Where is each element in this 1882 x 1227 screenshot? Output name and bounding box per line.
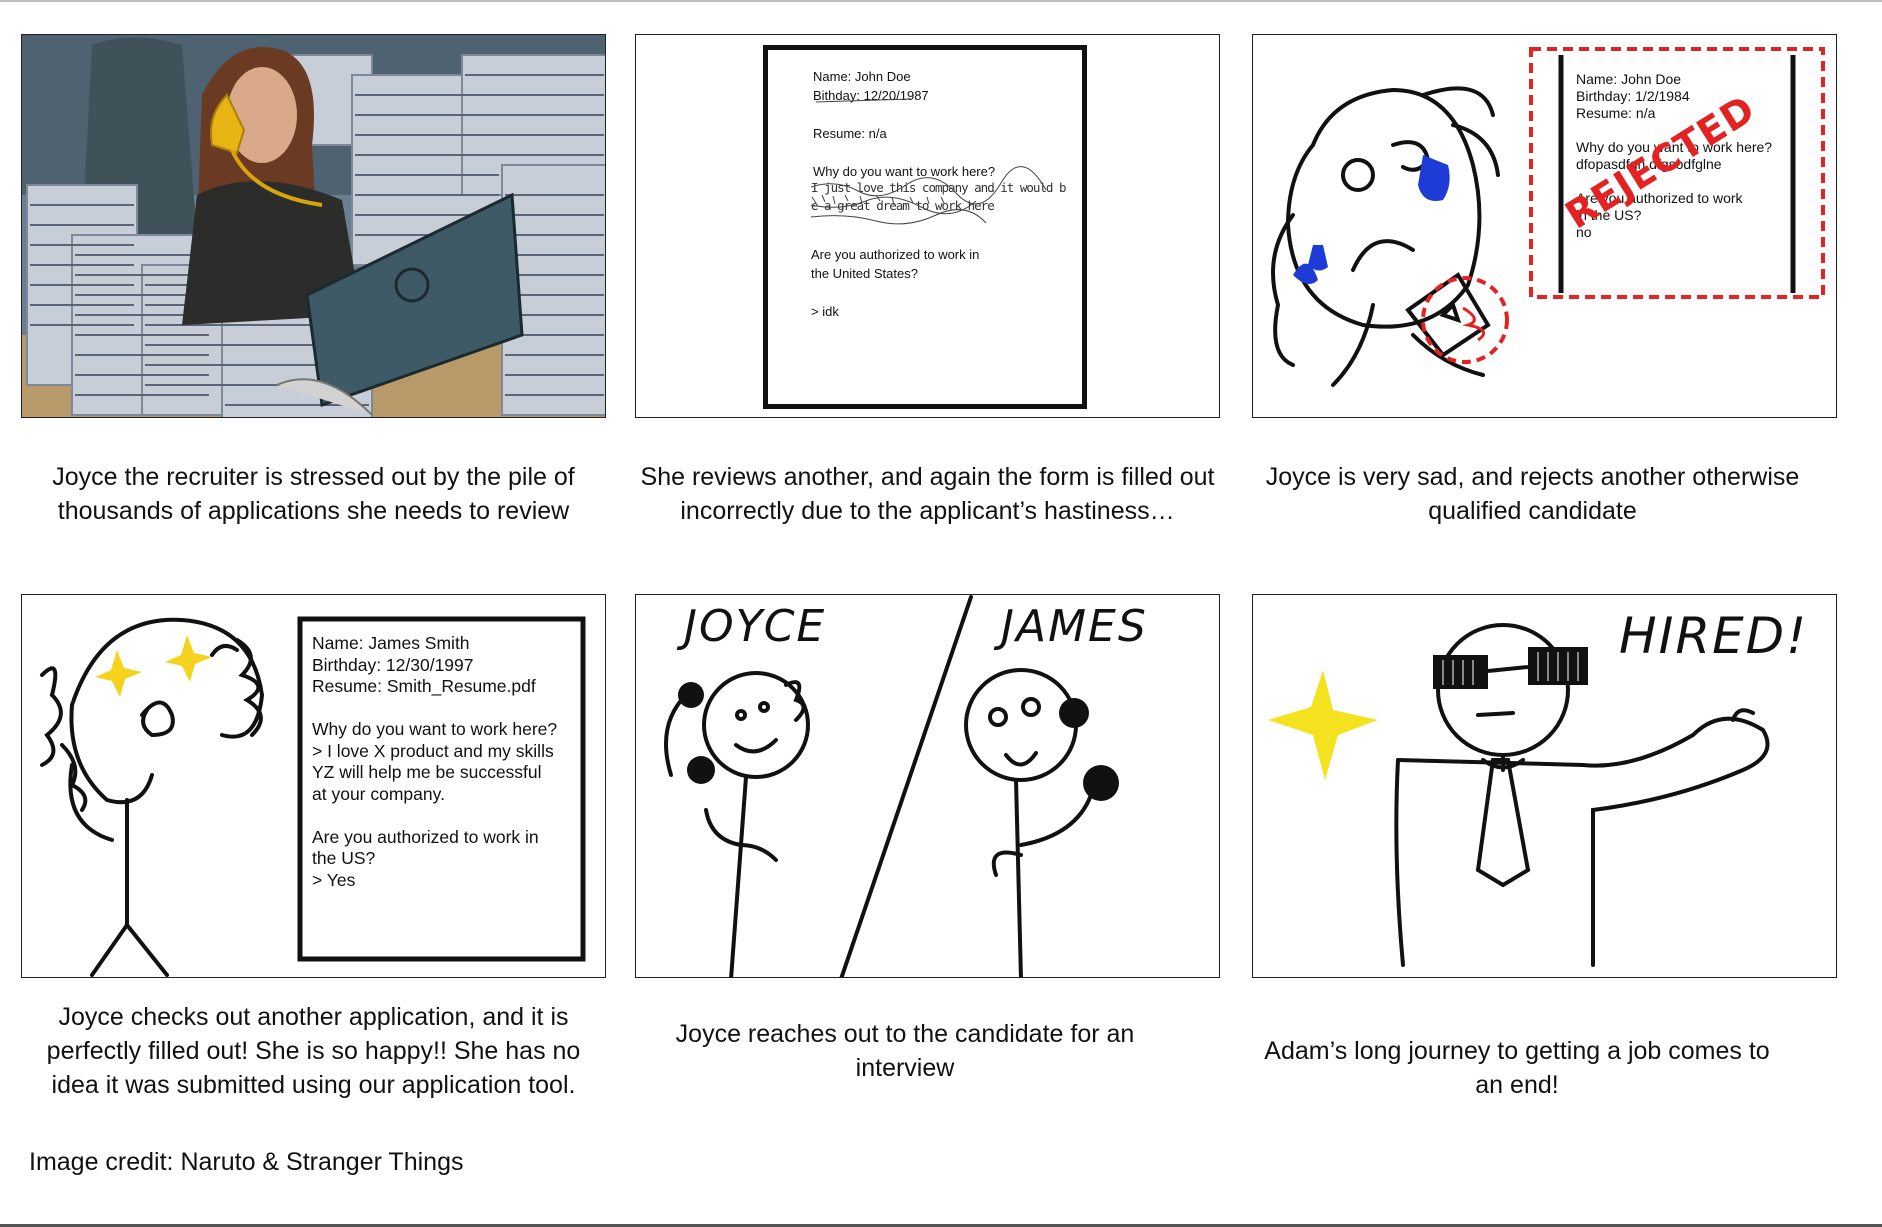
hired-drawing	[1268, 623, 1770, 967]
joyce-head	[702, 671, 810, 779]
form-answer-1-line-1: I just love this company and it would b	[811, 180, 1066, 195]
frown-mouth	[1351, 239, 1415, 272]
form-birthday: Bithday: 12/20/1987	[813, 88, 929, 103]
panel-6-caption: Adam’s long journey to getting a job com…	[1264, 1037, 1770, 1099]
panel-2-caption: She reviews another, and again the form …	[640, 463, 1215, 525]
divider-slash	[839, 595, 973, 977]
form-answer-2: > Yes	[312, 869, 356, 890]
form-name: Name: John Doe	[813, 69, 911, 84]
headphone-icon	[1059, 698, 1089, 728]
adam-head	[1436, 623, 1570, 757]
form-name: Name: John Doe	[1576, 71, 1682, 87]
form-name: Name: James Smith	[312, 633, 470, 653]
panel-6-hired: HIRED!	[1252, 594, 1837, 978]
form-answer-1-scribble: I just love this company and it would b …	[811, 179, 1066, 215]
form-resume: Resume: n/a	[813, 126, 887, 141]
form-question-2-line-1: Are you authorized to work in	[312, 826, 539, 847]
panel-4-happy: Name: James Smith Birthday: 12/30/1997 R…	[21, 594, 606, 978]
form-text: Name: John Doe Bithday: 12/20/1987 Resum…	[813, 67, 995, 181]
form-answer-2: no	[1576, 224, 1592, 240]
panel-1-recruiter-photo	[21, 34, 606, 418]
form-resume: Resume: Smith_Resume.pdf	[312, 676, 536, 696]
image-credit: Image credit: Naruto & Stranger Things	[29, 1148, 464, 1176]
sunglasses-icon	[1433, 647, 1588, 689]
panel-5-caption: Joyce reaches out to the candidate for a…	[675, 1020, 1135, 1082]
panel-4-caption: Joyce checks out another application, an…	[46, 1003, 581, 1099]
form-answer-1-line-2: YZ will help me be successful	[312, 762, 542, 782]
perfect-form-text: Name: James Smith Birthday: 12/30/1997 R…	[312, 633, 557, 891]
panel-5-phone-call: JOYCE JAMES	[635, 594, 1220, 978]
headphone-icon	[1083, 765, 1119, 801]
tie-icon	[1475, 758, 1531, 888]
panel-1-caption: Joyce the recruiter is stressed out by t…	[52, 463, 575, 525]
form-birthday: Birthday: 12/30/1997	[312, 654, 474, 675]
headphone-icon	[687, 756, 715, 784]
body-left-line	[1394, 758, 1405, 967]
arm-pointing	[1396, 716, 1770, 967]
form-answer-1-line-3: at your company.	[312, 783, 445, 804]
sad-face-outline	[1285, 87, 1482, 329]
panel-3-caption: Joyce is very sad, and rejects another o…	[1265, 463, 1800, 525]
star-eye-icon	[165, 635, 212, 682]
sparkle-star-icon	[1268, 670, 1378, 780]
panel-3-rejected: Name: John Doe Birthday: 1/2/1984 Resume…	[1252, 34, 1837, 418]
form-answer-2: > idk	[811, 304, 839, 319]
recruiter-illustration	[22, 35, 605, 417]
top-rule	[0, 0, 1882, 2]
form-question-1: Why do you want to work here?	[312, 719, 558, 739]
form-question-2-line-2: the US?	[312, 848, 376, 868]
form-question-2-line-2: the United States?	[811, 266, 918, 281]
form-answer-1-line-2: e a great dream to work here	[811, 198, 995, 213]
form-answer-1-line-1: > I love X product and my skills	[312, 740, 554, 761]
phone-call-drawing	[664, 595, 1119, 977]
form-question-2-line-1: Are you authorized to work in	[811, 247, 980, 262]
tear-drop-icon	[1418, 155, 1450, 201]
form-text-lower: Are you authorized to work in the United…	[811, 245, 979, 321]
panel-2-messy-form: Name: John Doe Bithday: 12/20/1987 Resum…	[635, 34, 1220, 418]
headphone-icon	[678, 682, 704, 708]
star-eye-icon	[95, 650, 142, 697]
